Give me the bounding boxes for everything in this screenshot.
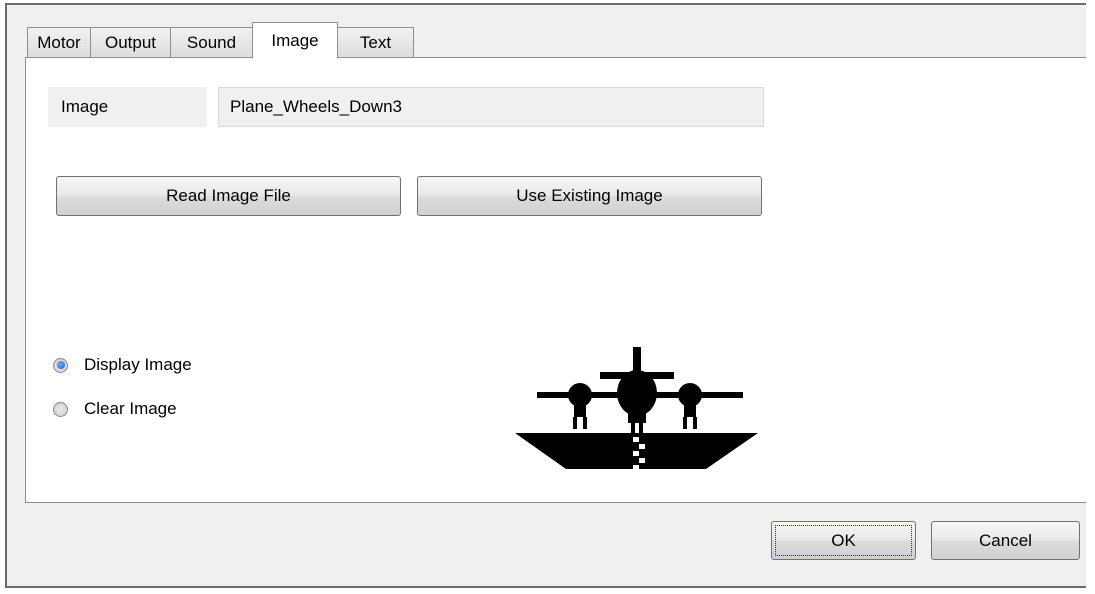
display-image-radio[interactable] <box>53 357 68 373</box>
display-image-radio-row[interactable]: Display Image <box>53 355 192 375</box>
ok-button[interactable]: OK <box>771 521 916 560</box>
clear-image-radio-row[interactable]: Clear Image <box>53 399 177 419</box>
tab-sound[interactable]: Sound <box>170 27 252 58</box>
tab-motor[interactable]: Motor <box>27 27 90 58</box>
clear-image-radio[interactable] <box>53 401 68 417</box>
tab-output[interactable]: Output <box>90 27 170 58</box>
clear-image-label: Clear Image <box>84 399 177 418</box>
use-existing-image-button[interactable]: Use Existing Image <box>417 176 762 216</box>
tab-image[interactable]: Image <box>252 22 338 59</box>
tab-strip: Motor Output Sound Image Text <box>27 22 414 59</box>
cancel-button[interactable]: Cancel <box>931 521 1080 560</box>
plane-wheels-down-icon <box>515 347 758 469</box>
image-name-field: Plane_Wheels_Down3 <box>218 87 764 127</box>
tab-text[interactable]: Text <box>338 27 414 58</box>
image-field-label: Image <box>48 87 207 127</box>
read-image-file-button[interactable]: Read Image File <box>56 176 401 216</box>
ok-focus-ring <box>775 525 912 556</box>
display-image-label: Display Image <box>84 355 192 374</box>
